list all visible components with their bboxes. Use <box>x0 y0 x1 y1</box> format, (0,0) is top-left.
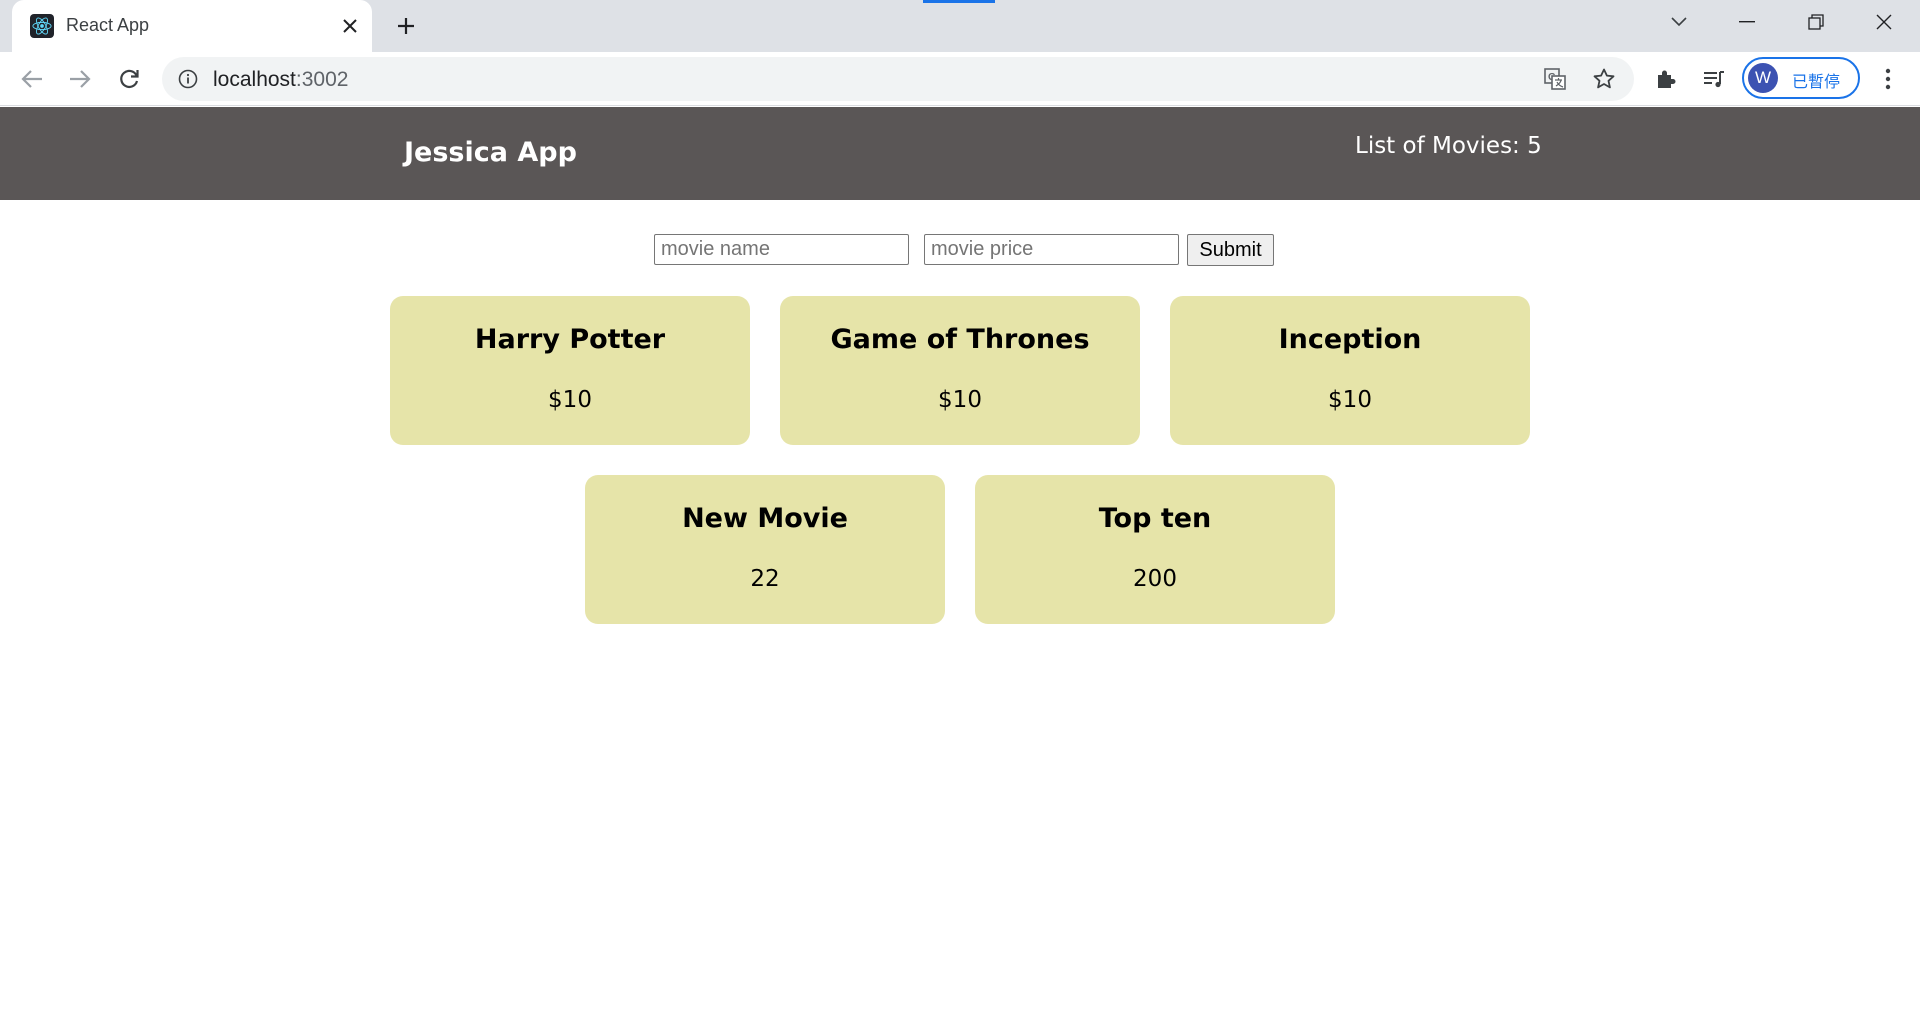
movie-title: New Movie <box>682 503 848 534</box>
movie-price: 200 <box>1133 566 1177 592</box>
url-port: :3002 <box>295 68 349 91</box>
tab-search-chevron-down-icon[interactable] <box>1655 4 1703 40</box>
movie-name-input[interactable] <box>654 234 909 265</box>
menu-kebab-icon[interactable] <box>1872 63 1904 95</box>
browser-tab[interactable]: React App <box>12 0 372 52</box>
movie-price: 22 <box>750 566 780 592</box>
profile-status-label: 已暫停 <box>1792 72 1841 91</box>
movie-title: Top ten <box>1098 503 1212 534</box>
movie-title: Inception <box>1278 324 1422 355</box>
loading-indicator <box>923 0 995 3</box>
minimize-icon[interactable] <box>1723 4 1771 40</box>
site-info-icon[interactable] <box>178 69 198 89</box>
movie-price-input[interactable] <box>924 234 1179 265</box>
movie-card: Inception $10 <box>1170 296 1530 445</box>
media-queue-icon[interactable] <box>1698 63 1730 95</box>
translate-icon[interactable]: G <box>1540 64 1570 94</box>
bookmark-star-icon[interactable] <box>1589 64 1619 94</box>
movie-price: $10 <box>938 387 982 413</box>
tab-title: React App <box>66 15 150 35</box>
close-icon[interactable] <box>336 12 364 40</box>
app-header: Jessica App List of Movies: 5 <box>0 107 1920 200</box>
tab-strip: React App <box>0 0 1920 52</box>
movie-card: New Movie 22 <box>585 475 945 624</box>
address-bar[interactable]: localhost:3002 G <box>162 57 1634 101</box>
movie-count: List of Movies: 5 <box>1355 133 1542 159</box>
url-host: localhost <box>213 68 296 91</box>
browser-toolbar: localhost:3002 G W 已暫停 <box>0 52 1920 106</box>
movie-title: Game of Thrones <box>830 324 1090 355</box>
movie-price: $10 <box>1328 387 1372 413</box>
close-window-icon[interactable] <box>1860 4 1908 40</box>
profile-button[interactable]: W 已暫停 <box>1742 57 1860 99</box>
restore-icon[interactable] <box>1792 4 1840 40</box>
react-logo-icon <box>30 14 54 38</box>
movie-card: Harry Potter $10 <box>390 296 750 445</box>
movie-card: Top ten 200 <box>975 475 1335 624</box>
url-text: localhost:3002 <box>213 68 348 92</box>
movie-card: Game of Thrones $10 <box>780 296 1140 445</box>
extensions-puzzle-icon[interactable] <box>1650 63 1682 95</box>
submit-button[interactable]: Submit <box>1187 234 1274 266</box>
reload-icon[interactable] <box>113 63 145 95</box>
movie-title: Harry Potter <box>474 324 666 355</box>
movie-price: $10 <box>548 387 592 413</box>
forward-arrow-icon[interactable] <box>64 63 96 95</box>
avatar: W <box>1748 63 1778 93</box>
new-tab-plus-icon[interactable] <box>390 10 422 42</box>
back-arrow-icon[interactable] <box>16 63 48 95</box>
app-title: Jessica App <box>404 137 577 168</box>
